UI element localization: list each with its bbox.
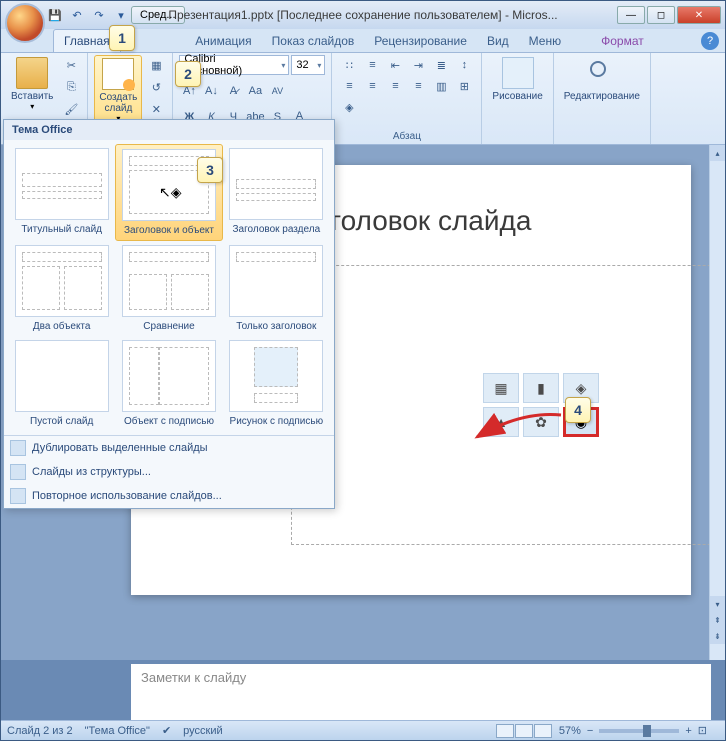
save-icon[interactable]: 💾 <box>45 5 65 25</box>
tab-format[interactable]: Формат <box>591 30 654 52</box>
align-text-icon[interactable]: ⊞ <box>453 76 475 96</box>
align-center-icon[interactable]: ≡ <box>361 76 383 96</box>
slideshow-view-icon[interactable] <box>534 724 552 738</box>
line-spacing-icon[interactable]: ≣ <box>430 55 452 75</box>
change-case-icon[interactable]: Aa <box>245 81 265 101</box>
char-spacing-icon[interactable]: AV <box>267 81 287 101</box>
columns-icon[interactable]: ▥ <box>430 76 452 96</box>
zoom-out-icon[interactable]: − <box>587 725 593 737</box>
bullets-icon[interactable]: ∷ <box>338 55 360 75</box>
shapes-icon <box>502 57 534 89</box>
tab-menu[interactable]: Меню <box>519 30 571 52</box>
convert-smartart-icon[interactable]: ◈ <box>338 97 360 117</box>
indent-dec-icon[interactable]: ⇤ <box>384 55 406 75</box>
help-icon[interactable]: ? <box>701 32 719 50</box>
group-paragraph: ∷ ≡ ⇤ ⇥ ≣ ↕ ≡ ≡ ≡ ≡ ▥ ⊞ ◈ Абзац <box>332 53 482 144</box>
format-painter-icon[interactable]: 🖌 <box>61 99 81 119</box>
menu-duplicate-slides[interactable]: Дублировать выделенные слайды <box>4 436 334 460</box>
numbering-icon[interactable]: ≡ <box>361 55 383 75</box>
minimize-button[interactable]: — <box>617 6 645 24</box>
group-label-paragraph: Абзац <box>338 129 475 144</box>
indent-inc-icon[interactable]: ⇥ <box>407 55 429 75</box>
callout-4: 4 <box>565 397 591 423</box>
maximize-button[interactable]: ◻ <box>647 6 675 24</box>
copy-icon[interactable]: ⎘ <box>61 77 81 97</box>
layout-icon[interactable]: ▦ <box>146 55 166 75</box>
callout-3: 3 <box>197 157 223 183</box>
undo-icon[interactable]: ↶ <box>67 5 87 25</box>
layout-title-only[interactable]: Только заголовок <box>223 241 330 336</box>
slide-title-text: головок слайда <box>331 205 531 237</box>
layout-gallery: Тема Office Титульный слайд ↖◈ Заголовок… <box>3 119 335 509</box>
tab-review[interactable]: Рецензирование <box>364 30 477 52</box>
statusbar: Слайд 2 из 2 "Тема Office" ✔ русский 57%… <box>1 720 725 740</box>
layout-title-slide[interactable]: Титульный слайд <box>8 144 115 241</box>
arrow-icon <box>471 409 567 443</box>
callout-1: 1 <box>109 25 135 51</box>
notes-pane[interactable]: Заметки к слайду <box>131 660 711 720</box>
layout-section-header[interactable]: Заголовок раздела <box>223 144 330 241</box>
content-placeholder[interactable]: ▦ ▮ ◈ ▲ ✿ ◉ <box>291 265 725 545</box>
gallery-header: Тема Office <box>4 120 334 140</box>
quick-access-toolbar: 💾 ↶ ↷ ▾ <box>45 5 131 25</box>
prev-slide-icon[interactable]: ⇞ <box>710 612 725 628</box>
status-theme: "Тема Office" <box>85 725 150 737</box>
status-language[interactable]: русский <box>183 725 222 737</box>
cut-icon[interactable]: ✂ <box>61 55 81 75</box>
redo-icon[interactable]: ↷ <box>89 5 109 25</box>
paste-button[interactable]: Вставить ▾ <box>7 55 57 113</box>
drawing-button[interactable]: Рисование <box>488 55 546 104</box>
find-icon <box>586 57 618 89</box>
zoom-slider[interactable] <box>599 729 679 733</box>
font-size-combo[interactable]: 32 <box>291 55 325 75</box>
callout-2: 2 <box>175 61 201 87</box>
paste-icon <box>16 57 48 89</box>
qat-dropdown-icon[interactable]: ▾ <box>111 5 131 25</box>
menu-reuse-slides[interactable]: Повторное использование слайдов... <box>4 484 334 508</box>
scroll-up-icon[interactable]: ▴ <box>710 145 725 161</box>
view-buttons <box>496 724 553 738</box>
group-editing: Редактирование <box>554 53 651 144</box>
editing-button[interactable]: Редактирование <box>560 55 644 104</box>
app-window: 💾 ↶ ↷ ▾ Презентация1.pptx [Последнее сох… <box>0 0 726 741</box>
layout-content-caption[interactable]: Объект с подписью <box>115 336 222 431</box>
spellcheck-icon[interactable]: ✔ <box>162 724 171 737</box>
tab-view[interactable]: Вид <box>477 30 519 52</box>
window-title: Презентация1.pptx [Последнее сохранение … <box>168 8 557 22</box>
zoom-percent[interactable]: 57% <box>559 725 581 737</box>
insert-chart-icon[interactable]: ▮ <box>523 373 559 403</box>
new-slide-icon <box>102 58 134 90</box>
clear-format-icon[interactable]: A̷ <box>223 81 243 101</box>
normal-view-icon[interactable] <box>496 724 514 738</box>
delete-icon[interactable]: ✕ <box>146 99 166 119</box>
layout-picture-caption[interactable]: Рисунок с подписью <box>223 336 330 431</box>
zoom-in-icon[interactable]: + <box>685 725 691 737</box>
align-left-icon[interactable]: ≡ <box>338 76 360 96</box>
tab-animation[interactable]: Анимация <box>185 30 261 52</box>
align-right-icon[interactable]: ≡ <box>384 76 406 96</box>
menu-slides-from-outline[interactable]: Слайды из структуры... <box>4 460 334 484</box>
fit-window-icon[interactable]: ⊡ <box>698 724 707 737</box>
insert-table-icon[interactable]: ▦ <box>483 373 519 403</box>
window-controls: — ◻ ✕ <box>615 6 721 24</box>
shrink-font-icon[interactable]: A↓ <box>201 81 221 101</box>
layout-blank[interactable]: Пустой слайд <box>8 336 115 431</box>
layout-two-content[interactable]: Два объекта <box>8 241 115 336</box>
tab-slideshow[interactable]: Показ слайдов <box>262 30 365 52</box>
office-button[interactable] <box>5 3 45 43</box>
reset-icon[interactable]: ↺ <box>146 77 166 97</box>
scroll-down-icon[interactable]: ▾ <box>710 596 725 612</box>
vertical-scrollbar[interactable]: ▴ ▾ ⇞⇟ <box>709 145 725 660</box>
new-slide-button[interactable]: Создать слайд ▾ <box>94 55 142 126</box>
layout-comparison[interactable]: Сравнение <box>115 241 222 336</box>
group-drawing: Рисование <box>482 53 553 144</box>
justify-icon[interactable]: ≡ <box>407 76 429 96</box>
status-slide-count: Слайд 2 из 2 <box>7 725 73 737</box>
close-button[interactable]: ✕ <box>677 6 721 24</box>
text-direction-icon[interactable]: ↕ <box>453 55 475 75</box>
next-slide-icon[interactable]: ⇟ <box>710 628 725 644</box>
sorter-view-icon[interactable] <box>515 724 533 738</box>
titlebar: 💾 ↶ ↷ ▾ Презентация1.pptx [Последнее сох… <box>1 1 725 29</box>
